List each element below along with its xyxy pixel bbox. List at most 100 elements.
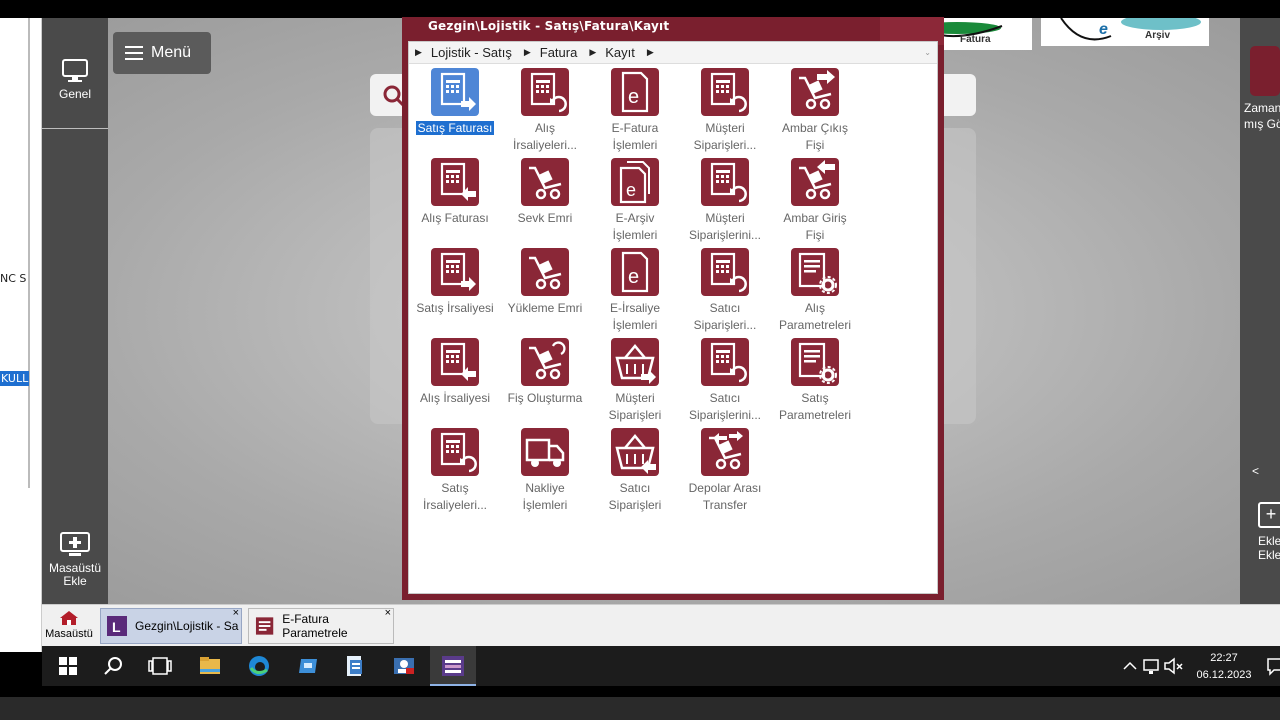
- module-tile[interactable]: Yükleme Emri: [501, 248, 589, 317]
- module-tile[interactable]: Ambar Giriş Fişi: [771, 158, 859, 244]
- module-tile-label-line2: İşlemleri: [612, 228, 658, 242]
- module-tile-label-line2: Siparişleri: [608, 498, 662, 512]
- volume-muted-icon[interactable]: [1162, 654, 1186, 678]
- module-tile-label: Fiş Oluşturma: [501, 390, 589, 407]
- hamburger-icon: [125, 46, 143, 60]
- breadcrumb-item-1[interactable]: Fatura: [540, 45, 578, 60]
- windows-taskbar: 22:27 06.12.2023: [42, 646, 1280, 686]
- module-tile[interactable]: Müşteri Siparişleri...: [681, 68, 769, 154]
- user-app-icon[interactable]: [392, 654, 416, 678]
- system-clock[interactable]: 22:27 06.12.2023: [1194, 650, 1254, 684]
- earsiv-logo: e Arşiv: [1041, 14, 1209, 46]
- timed-task-icon[interactable]: [1250, 46, 1280, 96]
- add-desktop-label-2: Ekle: [63, 574, 87, 588]
- module-tile-label-line2: Siparişlerini...: [688, 408, 762, 422]
- module-tile[interactable]: Alış Parametreleri: [771, 248, 859, 334]
- module-tile[interactable]: Satıcı Siparişleri...: [681, 248, 769, 334]
- module-tile[interactable]: Satış İrsaliyeleri...: [411, 428, 499, 514]
- module-tile[interactable]: Müşteri Siparişlerini...: [681, 158, 769, 244]
- module-tile-label: Müşteri Siparişlerini...: [681, 210, 769, 244]
- monitor-icon: [62, 59, 88, 82]
- logo-app-taskbar-item[interactable]: [430, 646, 476, 686]
- breadcrumb-item-0[interactable]: Lojistik - Satış: [431, 45, 512, 60]
- invoice-out-icon: [431, 68, 479, 116]
- module-tile[interactable]: Alış Faturası: [411, 158, 499, 227]
- module-tile[interactable]: Satıcı Siparişleri: [591, 428, 679, 514]
- taskbar-window-label: E-Fatura Parametrele: [282, 612, 348, 640]
- chevron-down-icon[interactable]: ⌄: [924, 48, 931, 57]
- module-tile-label-line1: Satış Faturası: [414, 120, 496, 136]
- module-tile-label-line1: Satıcı: [709, 391, 741, 405]
- module-tile[interactable]: Satış Faturası: [411, 68, 499, 137]
- chevron-left-icon[interactable]: <: [1252, 464, 1259, 478]
- logo-app-icon: [442, 656, 464, 676]
- module-tile-label-line1: Satış: [801, 391, 829, 405]
- module-tile-label: Alış Faturası: [411, 210, 499, 227]
- e-archive-icon: e: [611, 158, 659, 206]
- module-tile[interactable]: Alış İrsaliyeleri...: [501, 68, 589, 154]
- menu-button[interactable]: Menü: [113, 32, 211, 74]
- sidebar-item-genel[interactable]: Genel: [42, 58, 108, 101]
- module-tile[interactable]: e E-Arşiv İşlemleri: [591, 158, 679, 244]
- close-icon[interactable]: ×: [385, 607, 391, 619]
- module-tile[interactable]: e E-İrsaliye İşlemleri: [591, 248, 679, 334]
- chevron-right-icon: ▶: [415, 47, 422, 57]
- earsiv-logo-mark: e: [1060, 14, 1201, 41]
- notification-icon[interactable]: [1264, 654, 1280, 678]
- e-document-icon: e: [611, 248, 659, 296]
- module-tile[interactable]: Satış Parametreleri: [771, 338, 859, 424]
- network-icon[interactable]: [1140, 654, 1164, 678]
- module-tile[interactable]: Fiş Oluşturma: [501, 338, 589, 407]
- module-tile[interactable]: Nakliye İşlemleri: [501, 428, 589, 514]
- module-tile[interactable]: Müşteri Siparişleri: [591, 338, 679, 424]
- module-tile[interactable]: Ambar Çıkış Fişi: [771, 68, 859, 154]
- task-view-icon[interactable]: [148, 654, 172, 678]
- module-tile[interactable]: Satıcı Siparişlerini...: [681, 338, 769, 424]
- invoice-in-icon: [431, 338, 479, 386]
- module-tile-label-line1: Müşteri: [705, 211, 745, 225]
- module-tile-label: Yükleme Emri: [501, 300, 589, 317]
- add-label: Ekle Ekle: [1258, 534, 1280, 562]
- add-desktop-button[interactable]: Masaüstü Ekle: [42, 532, 108, 588]
- home-icon: [60, 611, 78, 625]
- module-tile-label-line1: E-Fatura: [611, 121, 659, 135]
- sidebar-item-label: Genel: [58, 87, 92, 101]
- taskbar-window-gezgin[interactable]: L Gezgin\Lojistik - Sa ×: [100, 607, 242, 644]
- basket-out-icon: [611, 338, 659, 386]
- module-tile-label-line1: Yükleme Emri: [507, 301, 583, 315]
- invoice-out-icon: [431, 248, 479, 296]
- module-tile-label-line1: Alış: [534, 121, 555, 135]
- taskbar-window-efatura[interactable]: E-Fatura Parametrele ×: [248, 607, 394, 644]
- home-button[interactable]: Masaüstü: [42, 608, 96, 640]
- module-tile-label-line1: Fiş Oluşturma: [507, 391, 583, 405]
- clock-time: 22:27: [1210, 652, 1238, 664]
- module-tile-label-line2: Siparişleri...: [693, 318, 757, 332]
- module-tile[interactable]: Depolar Arası Transfer: [681, 428, 769, 514]
- app-blue-icon[interactable]: [296, 654, 320, 678]
- module-tile[interactable]: Satış İrsaliyesi: [411, 248, 499, 317]
- file-explorer-icon[interactable]: [198, 654, 222, 678]
- text-fragment: NC S: [0, 272, 27, 285]
- close-icon[interactable]: ×: [233, 607, 239, 619]
- edge-icon[interactable]: [247, 654, 271, 678]
- module-tile-label: E-İrsaliye İşlemleri: [591, 300, 679, 334]
- chevron-right-icon: ▶: [523, 47, 531, 57]
- search-icon[interactable]: [102, 654, 126, 678]
- module-tile[interactable]: Alış İrsaliyesi: [411, 338, 499, 407]
- chevron-up-icon[interactable]: [1118, 654, 1142, 678]
- module-tile[interactable]: Sevk Emri: [501, 158, 589, 227]
- document-app-icon[interactable]: [344, 654, 368, 678]
- module-tile-label-line2: İşlemleri: [612, 318, 658, 332]
- windows-start-icon[interactable]: [56, 654, 80, 678]
- handtruck-out-icon: [791, 68, 839, 116]
- lojistik-window: Gezgin\Lojistik - Satış\Fatura\Kayıt ▶ L…: [402, 17, 944, 600]
- invoice-refresh-icon: [521, 68, 569, 116]
- module-tile-label-line2: Fişi: [805, 138, 825, 152]
- module-tile[interactable]: e E-Fatura İşlemleri: [591, 68, 679, 154]
- module-tile-label-line2: İrsaliyeleri...: [512, 138, 577, 152]
- breadcrumb-item-2[interactable]: Kayıt: [605, 45, 635, 60]
- left-sidebar: Genel Masaüstü Ekle: [42, 18, 108, 604]
- window-body: ▶ Lojistik - Satış ▶ Fatura ▶ Kayıt ▶ ⌄ …: [408, 41, 938, 594]
- svg-text:e: e: [626, 180, 636, 200]
- add-icon[interactable]: +: [1258, 502, 1280, 528]
